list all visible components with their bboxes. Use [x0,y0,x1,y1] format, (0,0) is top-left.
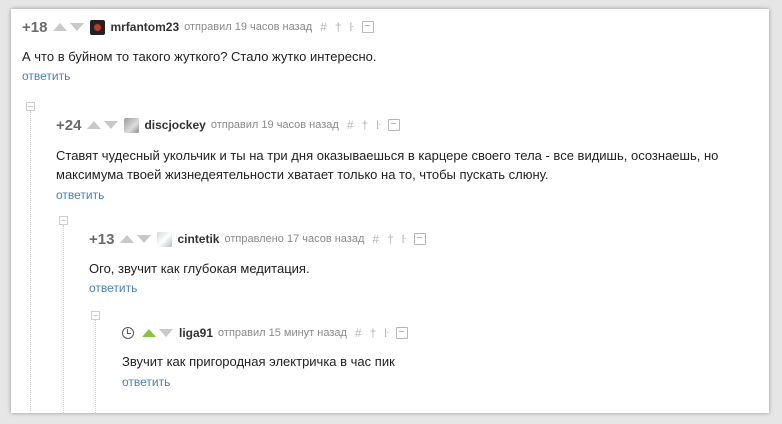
branch-icon[interactable]: ŀ [376,118,380,132]
comments-panel: +18 mrfantom23 отправил 19 часов назад #… [11,9,769,413]
collapse-toggle[interactable] [26,102,35,111]
reply-link[interactable]: ответить [56,188,718,202]
rating: +18 [22,18,48,36]
timestamp[interactable]: отправлено 17 часов назад [224,233,364,245]
hash-icon[interactable]: # [320,20,327,34]
save-icon[interactable] [413,233,426,245]
pin-icon[interactable]: † [370,326,377,340]
save-icon[interactable] [361,21,374,33]
collapse-toggle[interactable] [91,311,100,320]
pin-icon[interactable]: † [387,232,394,246]
downvote-icon[interactable] [159,329,173,337]
downvote-icon[interactable] [70,23,85,31]
save-icon[interactable] [396,327,409,339]
comment-4: liga91 отправил 15 минут назад # † ŀ Зву… [122,323,409,389]
branch-icon[interactable]: ŀ [350,20,354,34]
reply-link[interactable]: ответить [89,281,426,295]
reply-link[interactable]: ответить [122,375,408,389]
comment-text-line: максимума твоей жизнедеятельности хватае… [56,167,549,182]
comment-text: А что в буйном то такого жуткого? Стало … [22,49,377,64]
comment-1: +18 mrfantom23 отправил 19 часов назад #… [22,17,377,84]
thread-line [63,225,64,413]
hash-icon[interactable]: # [372,232,379,246]
avatar[interactable] [157,231,173,247]
hash-icon[interactable]: # [355,326,362,340]
comment-text: Ставят чудесный укольчик и ты на три дня… [56,146,718,184]
pin-icon[interactable]: † [362,118,369,132]
comment-header: +18 mrfantom23 отправил 19 часов назад #… [22,17,376,37]
thread-line [95,320,96,413]
timestamp[interactable]: отправил 19 часов назад [211,119,339,131]
comment-text: Звучит как пригородная электричка в час … [122,354,395,369]
comment-header: +24 discjockey отправил 19 часов назад #… [56,115,718,135]
username[interactable]: cintetik [177,232,219,246]
upvote-icon[interactable] [142,329,156,337]
upvote-icon[interactable] [87,121,102,129]
upvote-icon[interactable] [53,23,68,31]
comment-header: liga91 отправил 15 минут назад # † ŀ [122,323,409,343]
comment-3: +13 cintetik отправлено 17 часов назад #… [89,229,426,295]
comment-header: +13 cintetik отправлено 17 часов назад #… [89,229,426,249]
timestamp[interactable]: отправил 15 минут назад [218,327,347,339]
save-icon[interactable] [388,119,401,131]
avatar[interactable] [90,19,106,35]
timestamp[interactable]: отправил 19 часов назад [184,21,312,33]
comment-2: +24 discjockey отправил 19 часов назад #… [56,115,718,203]
thread-line [30,111,31,411]
downvote-icon[interactable] [104,121,119,129]
avatar[interactable] [124,117,140,133]
username[interactable]: mrfantom23 [110,20,179,34]
username[interactable]: discjockey [144,118,205,132]
collapse-toggle[interactable] [59,216,68,225]
branch-icon[interactable]: ŀ [384,326,388,340]
pin-icon[interactable]: † [335,20,342,34]
username[interactable]: liga91 [179,326,213,340]
reply-link[interactable]: ответить [22,69,376,83]
comment-text-line: Ставят чудесный укольчик и ты на три дня… [56,148,719,163]
comment-text: Ого, звучит как глубокая медитация. [89,261,310,276]
rating: +13 [89,230,115,248]
upvote-icon[interactable] [120,235,135,243]
hash-icon[interactable]: # [347,118,354,132]
rating: +24 [56,116,82,134]
branch-icon[interactable]: ŀ [402,232,406,246]
clock-icon [122,327,134,339]
downvote-icon[interactable] [137,235,152,243]
